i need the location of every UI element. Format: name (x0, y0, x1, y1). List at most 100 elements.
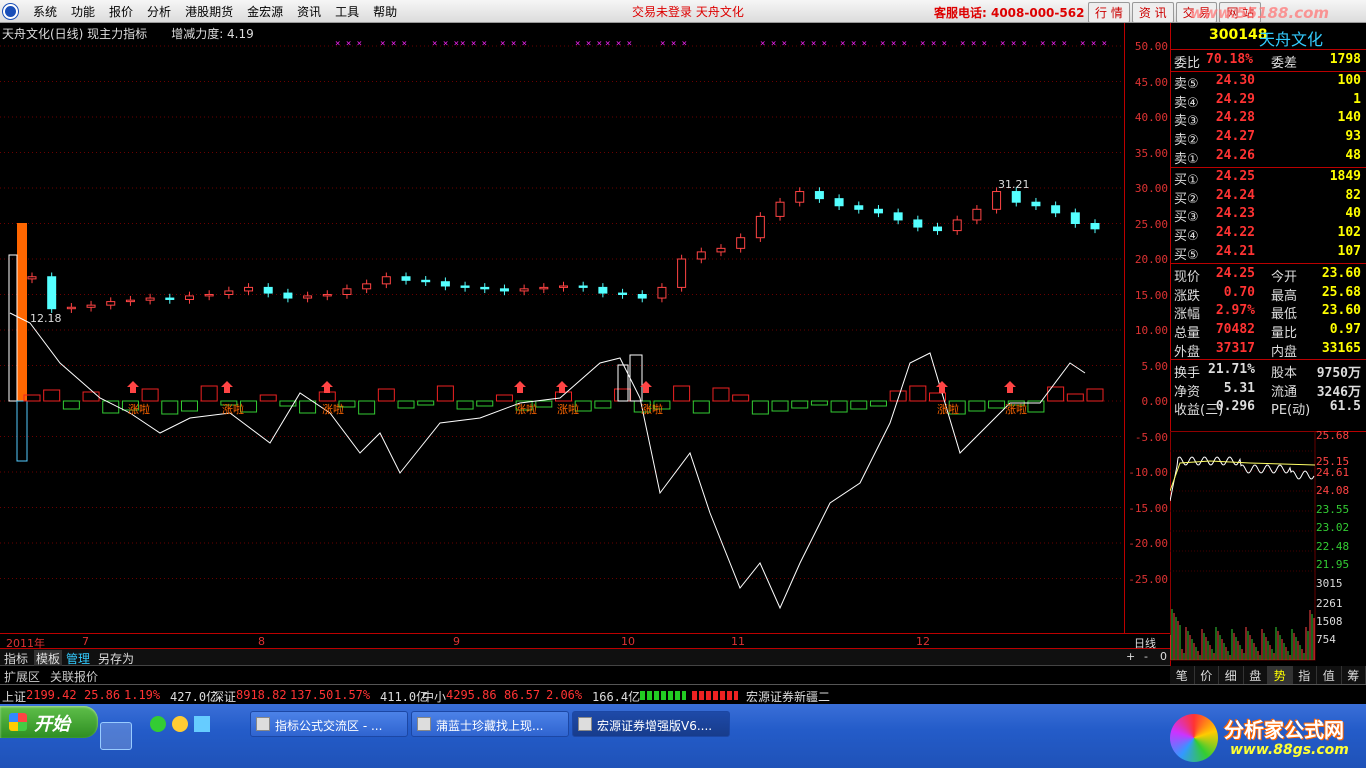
sell-order-row: 卖④ 24.29 1 (1173, 91, 1365, 111)
task-button[interactable]: 蒲蓝士珍藏找上现... (411, 711, 569, 737)
show-desktop-icon[interactable] (100, 722, 132, 750)
row-volume: 93 (1345, 129, 1361, 145)
tab-template[interactable]: 模板 (34, 650, 63, 667)
stat-value: 23.60 (1321, 303, 1361, 319)
indicator-bar (161, 400, 179, 415)
intraday-axis-tick: 2261 (1316, 597, 1343, 610)
candle-body (47, 276, 57, 310)
extension-bar: 扩展区 关联报价 (0, 666, 1170, 684)
row-volume: 140 (1337, 110, 1361, 126)
signal-bar (629, 354, 643, 402)
tab-manage[interactable]: 管理 (66, 650, 90, 667)
stat-label: PE(动) (1271, 403, 1311, 419)
zoom-reset-button[interactable]: 0 (1160, 650, 1167, 663)
sz-label: 深证 (212, 690, 237, 704)
task-button-active[interactable]: 宏源证券增强版V6.... (572, 711, 730, 737)
stat-label: 今开 (1271, 270, 1298, 285)
axis-tick: -20.00 (1128, 537, 1168, 550)
candle-body (933, 226, 943, 232)
menu-item-hk-futures[interactable]: 港股期货 (178, 3, 240, 20)
intraday-chart[interactable] (1170, 431, 1316, 661)
right-tab[interactable]: 值 (1317, 666, 1342, 684)
stat-label: 股本 (1271, 366, 1298, 381)
axis-tick: -25.00 (1128, 573, 1168, 586)
menu-item-quote[interactable]: 报价 (102, 3, 140, 20)
quicklaunch-icon[interactable] (172, 716, 188, 732)
axis-tick: 35.00 (1134, 147, 1168, 160)
task-label: 宏源证券增强版V6.... (597, 719, 713, 733)
buy-signal-label: 涨啦 (1005, 402, 1027, 416)
menu-item-function[interactable]: 功能 (64, 3, 102, 20)
stat-label: 换手 (1174, 366, 1201, 381)
stat-value: 5.31 (1223, 380, 1255, 396)
up-arrow-icon (1004, 381, 1016, 393)
zx-label: 中小 (422, 690, 447, 704)
candle-body (283, 292, 293, 299)
indicator-bar (692, 400, 710, 414)
menu-item-system[interactable]: 系统 (26, 3, 64, 20)
indicator-bar (732, 394, 750, 402)
menu-item-analysis[interactable]: 分析 (140, 3, 178, 20)
menu-item-tools[interactable]: 工具 (328, 3, 366, 20)
price-axis: 50.00 45.00 40.00 35.00 30.00 25.00 20.0… (1124, 23, 1170, 633)
tab-extension[interactable]: 扩展区 (4, 668, 40, 685)
brand-logo: 分析家公式网 www.88gs.com (1166, 710, 1362, 766)
indicator-bar (456, 400, 474, 410)
quicklaunch-icon[interactable] (194, 716, 210, 732)
tab-related-quote[interactable]: 关联报价 (50, 668, 98, 685)
intraday-axis-tick: 25.68 (1316, 429, 1350, 442)
indicator-bar (771, 400, 789, 412)
sell-order-row: 卖① 24.26 48 (1173, 147, 1365, 167)
axis-tick: 45.00 (1134, 76, 1168, 89)
row-volume: 1 (1353, 91, 1361, 107)
menu-item-help[interactable]: 帮助 (366, 3, 404, 20)
indicator-bar (791, 400, 809, 409)
row-volume: 48 (1345, 147, 1361, 163)
menu-item-info[interactable]: 资讯 (290, 3, 328, 20)
axis-tick: 0.00 (1141, 395, 1169, 408)
right-tab[interactable]: 势 (1268, 666, 1293, 684)
row-price: 24.27 (1215, 129, 1255, 145)
top-tab-info[interactable]: 资 讯 (1131, 2, 1174, 23)
brand-url: www.88gs.com (1230, 742, 1349, 758)
indicator-bar (495, 394, 513, 402)
top-tab-quote[interactable]: 行 情 (1088, 2, 1130, 23)
indicator-bar (436, 385, 454, 402)
stat-label: 涨跌 (1174, 288, 1201, 304)
signal-x-marker: × × × (432, 39, 459, 49)
signal-x-marker: × × × (575, 39, 602, 49)
zx-amount: 166.4亿 (592, 690, 641, 704)
candle-body (1011, 191, 1021, 203)
right-tab[interactable]: 细 (1219, 666, 1244, 684)
kline-chart[interactable]: 天舟文化(日线) 现主力指标 增减力度: 4.19 涨啦 涨啦 涨啦 涨啦 涨啦 涨啦 涨啦涨… (0, 23, 1124, 633)
menu-item-jinhongyuan[interactable]: 金宏源 (240, 3, 290, 20)
tab-indicator[interactable]: 指标 (4, 650, 28, 667)
window-icon (417, 717, 431, 731)
stat-value: 37317 (1215, 340, 1255, 356)
right-tab[interactable]: 价 (1195, 666, 1219, 684)
zoom-out-button[interactable]: - (1144, 650, 1148, 663)
intraday-axis-tick: 754 (1316, 633, 1336, 646)
start-button[interactable]: 开始 (0, 706, 98, 738)
index-ticker: 上证 2199.42 25.86 1.19% 427.0亿 深证 8918.82… (0, 684, 1366, 704)
candle-body (460, 285, 470, 288)
stat-label: 现价 (1174, 270, 1201, 285)
quicklaunch-icon[interactable] (150, 716, 166, 732)
buy-signal-label: 涨啦 (937, 402, 959, 416)
row-label: 卖② (1174, 133, 1199, 149)
breadth-green-icon (640, 691, 686, 700)
tab-save-as[interactable]: 另存为 (98, 650, 134, 667)
right-tab[interactable]: 盘 (1244, 666, 1268, 684)
hotline: 客服电话: 4008-000-562 (934, 6, 1085, 20)
right-tab[interactable]: 筹 (1342, 666, 1366, 684)
volume-bar (8, 254, 18, 402)
candle-body (263, 286, 273, 294)
task-button[interactable]: 指标公式交流区 - ... (250, 711, 408, 737)
right-tab[interactable]: 笔 (1170, 666, 1195, 684)
zoom-in-button[interactable]: + (1126, 650, 1135, 663)
right-tab[interactable]: 指 (1293, 666, 1317, 684)
stat-value: 24.25 (1215, 266, 1255, 281)
indicator-bar (594, 400, 612, 409)
candle-body (1031, 201, 1041, 207)
indicator-bar (850, 400, 868, 410)
